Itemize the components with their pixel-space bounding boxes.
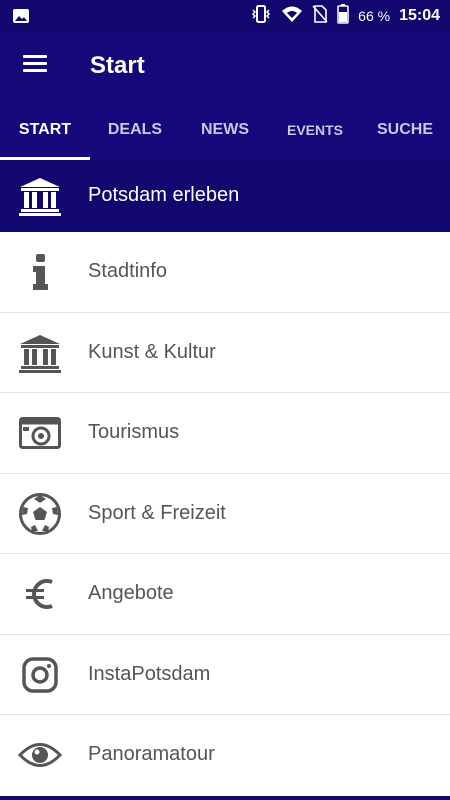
list-item-stadtinfo[interactable]: Stadtinfo — [0, 232, 450, 313]
instagram-icon — [16, 653, 64, 697]
list-item-kunst-kultur[interactable]: Kunst & Kultur — [0, 312, 450, 393]
no-sim-icon — [312, 4, 328, 28]
eye-icon — [16, 733, 64, 777]
wifi-icon — [281, 5, 303, 28]
tab-events[interactable]: EVENTS — [270, 100, 360, 160]
featured-label: Potsdam erleben — [88, 184, 240, 206]
list-item-tourismus[interactable]: Tourismus — [0, 393, 450, 474]
list-item-label: Sport & Freizeit — [88, 501, 226, 524]
battery-icon — [337, 3, 349, 29]
menu-list: Stadtinfo Kunst & Kultur Tourismus Sport… — [0, 232, 450, 796]
list-item-label: Angebote — [88, 582, 174, 604]
tab-suche[interactable]: SUCHE — [360, 100, 450, 160]
list-item-instapotsdam[interactable]: InstaPotsdam — [0, 634, 450, 715]
soccer-ball-icon — [16, 492, 64, 536]
page-title: Start — [90, 52, 145, 79]
list-item-angebote[interactable]: Angebote — [0, 554, 450, 635]
list-item-sport-freizeit[interactable]: Sport & Freizeit — [0, 473, 450, 554]
camera-icon — [16, 411, 64, 455]
status-bar: 66 % 15:04 — [0, 0, 450, 32]
tab-start[interactable]: START — [0, 100, 90, 160]
list-item-label: Panoramatour — [88, 743, 215, 765]
list-item-panoramatour[interactable]: Panoramatour — [0, 715, 450, 796]
featured-potsdam-erleben[interactable]: Potsdam erleben — [0, 160, 450, 232]
image-icon — [12, 7, 30, 30]
info-icon — [16, 250, 64, 294]
list-item-label: InstaPotsdam — [88, 662, 211, 685]
tab-bar: START DEALS NEWS EVENTS SUCHE — [0, 100, 450, 160]
euro-icon — [16, 572, 64, 616]
clock: 15:04 — [399, 7, 440, 24]
museum-icon — [18, 176, 62, 216]
battery-percent: 66 % — [358, 8, 391, 24]
tab-deals[interactable]: DEALS — [90, 100, 180, 160]
museum-icon — [16, 331, 64, 375]
bottom-bar-edge — [0, 796, 450, 800]
vibrate-icon — [250, 4, 272, 28]
list-item-label: Kunst & Kultur — [88, 340, 216, 363]
app-bar: Start — [0, 32, 450, 100]
list-item-label: Stadtinfo — [88, 260, 167, 282]
list-item-label: Tourismus — [88, 421, 180, 443]
tab-news[interactable]: NEWS — [180, 100, 270, 160]
hamburger-menu-icon[interactable] — [18, 52, 52, 80]
